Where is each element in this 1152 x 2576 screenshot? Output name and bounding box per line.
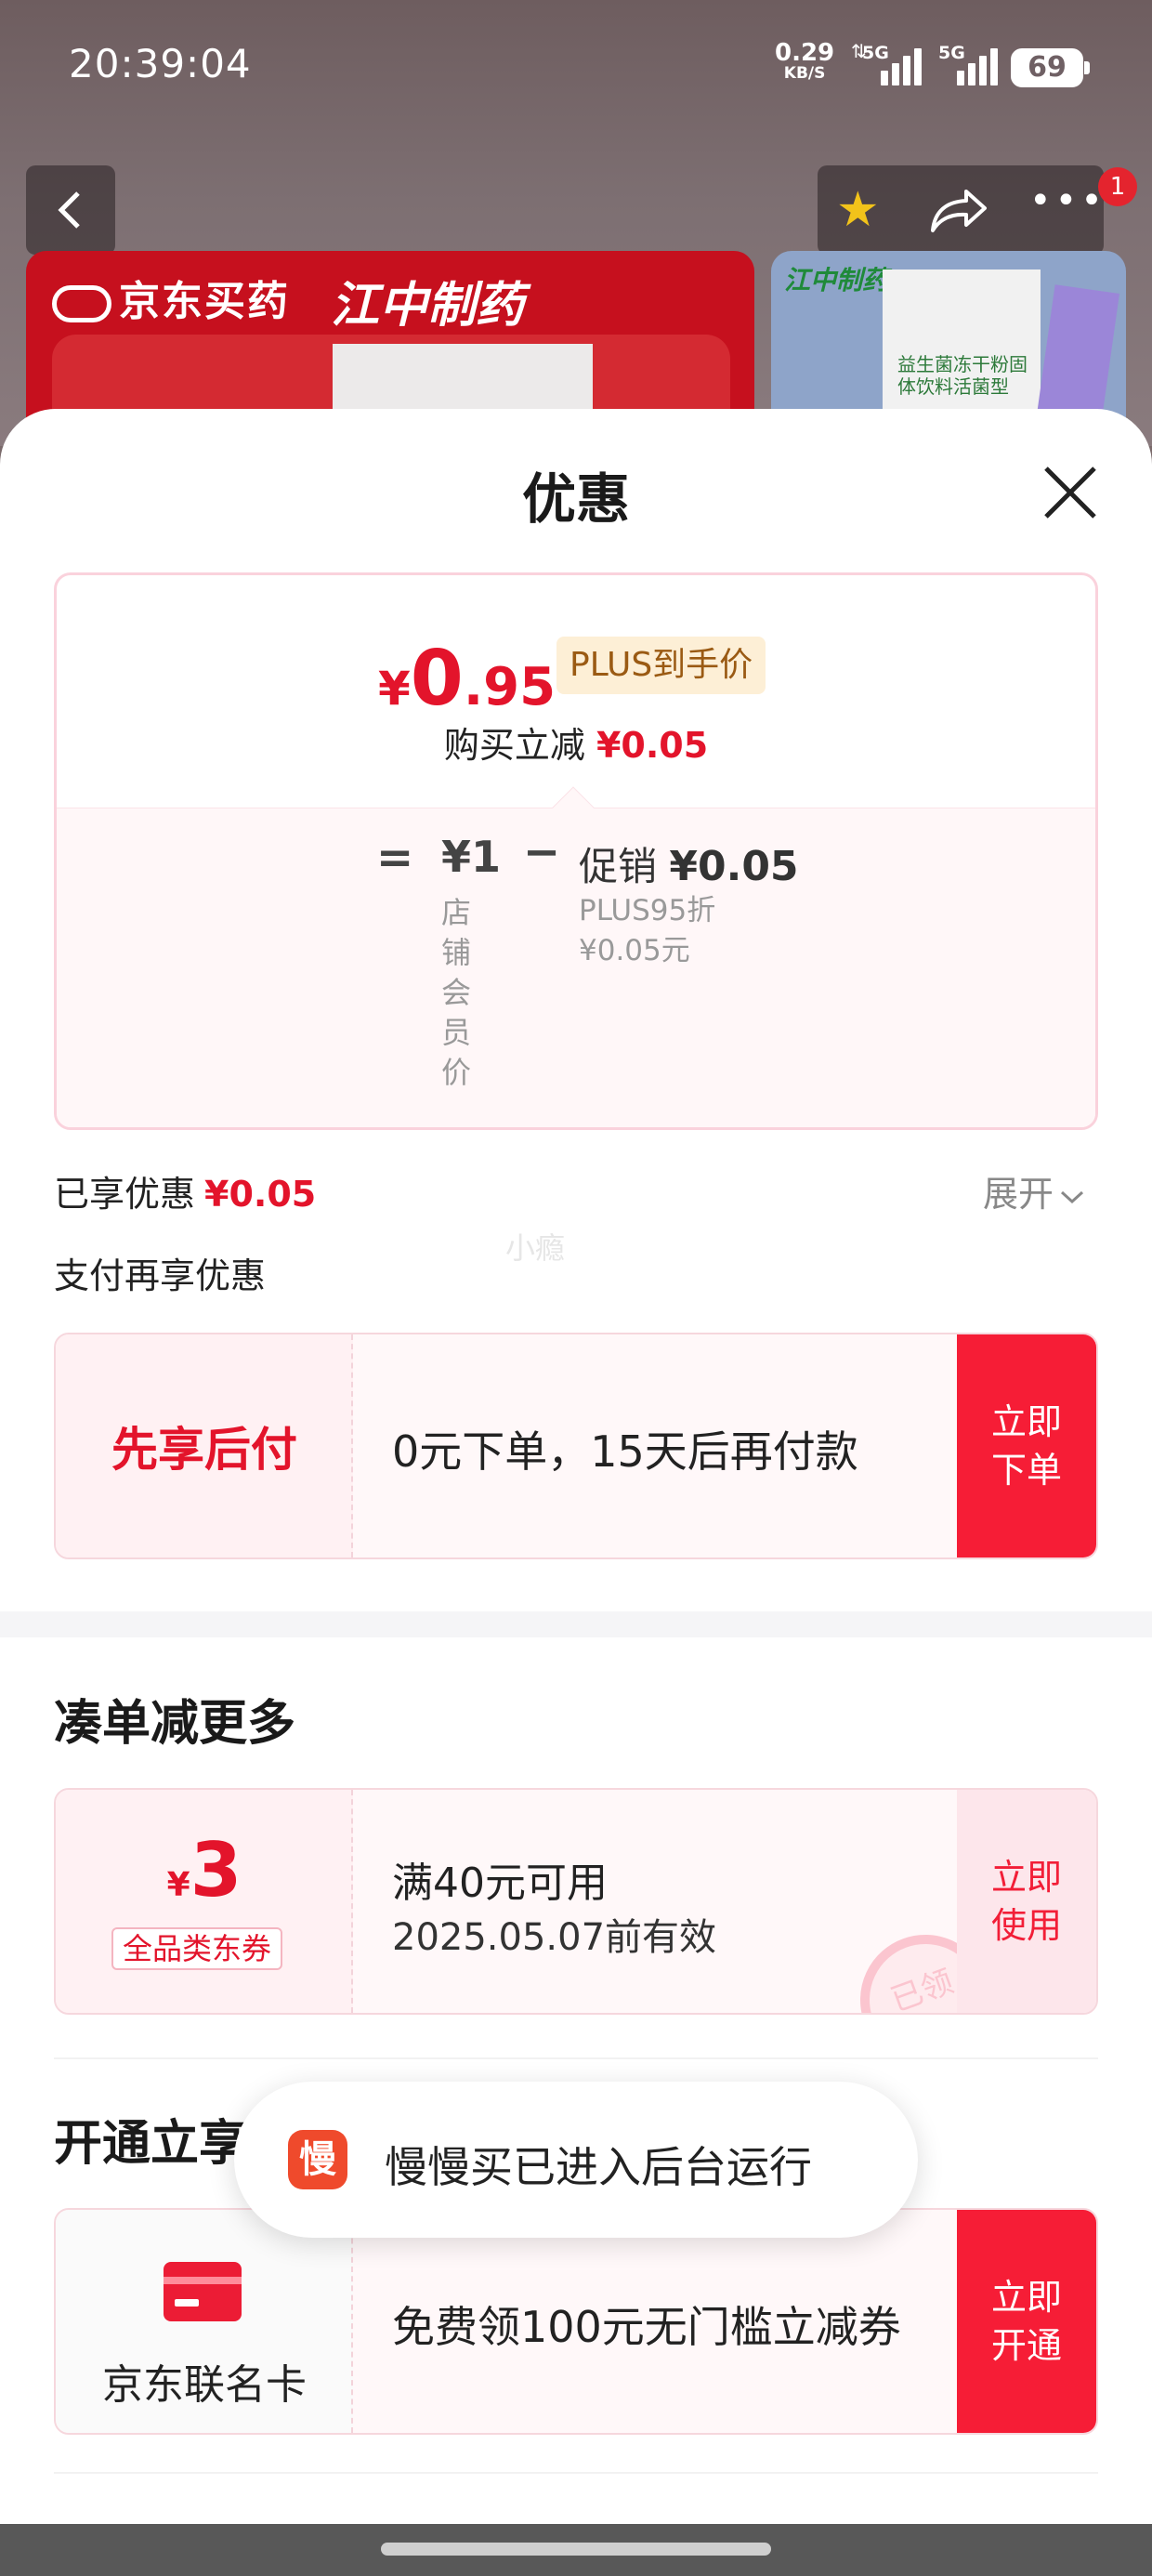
- network-speed: 0.29 KB/S: [775, 41, 834, 82]
- original-price: ¥1: [441, 832, 502, 882]
- order-now-button[interactable]: 立即下单: [957, 1334, 1096, 1557]
- share-icon[interactable]: [929, 186, 988, 234]
- jd-card-label: 京东联名卡: [102, 2361, 307, 2409]
- network-speed-value: 0.29: [775, 39, 835, 67]
- plus-price: ¥0.95: [378, 635, 556, 723]
- expand-button[interactable]: 展开: [983, 1165, 1085, 1216]
- brand-logo: 江中制药: [331, 278, 525, 334]
- top-actions: ★ •••: [818, 165, 1104, 255]
- watermark: 小瘾: [505, 1230, 566, 1266]
- enjoyed-discount: 已享优惠 ¥0.05: [54, 1174, 317, 1215]
- signal-icon: 5G: [860, 43, 925, 85]
- jd-card-offer[interactable]: 京东联名卡 免费领100元无门槛立减券 立即开通: [54, 2208, 1098, 2435]
- product-package-text: 益生菌冻干粉固体饮料活菌型: [897, 353, 1028, 398]
- app-icon: 慢: [288, 2130, 347, 2189]
- status-time: 20:39:04: [69, 41, 252, 86]
- toast-notification: 慢 慢慢买已进入后台运行: [234, 2082, 918, 2238]
- use-now-button[interactable]: 立即使用: [957, 1790, 1096, 2013]
- chevron-down-icon: [1061, 1190, 1084, 1203]
- coupon-type-tag: 全品类东券: [111, 1927, 283, 1970]
- credit-card-icon: [164, 2262, 242, 2321]
- system-nav-bar: [0, 2524, 1152, 2576]
- equals-sign: =: [376, 832, 414, 884]
- chevron-left-icon: [58, 191, 80, 229]
- enjoyed-discount-value: ¥0.05: [204, 1174, 317, 1215]
- coupon-card[interactable]: ¥3 全品类东券 满40元可用 2025.05.07前有效 已领 立即使用: [54, 1788, 1098, 2015]
- signal-gen-label: 5G: [862, 43, 889, 63]
- divider-line: [54, 2472, 1098, 2474]
- buy-reduce-line: 购买立减 ¥0.05: [443, 725, 709, 766]
- original-price-label: 店铺会员价: [441, 895, 472, 1090]
- more-icon[interactable]: •••: [1029, 182, 1106, 219]
- minus-sign: −: [523, 826, 561, 878]
- section-title-open: 开通立享: [54, 2116, 248, 2172]
- notification-badge: 1: [1098, 167, 1137, 206]
- bnpl-description: 0元下单，15天后再付款: [392, 1426, 858, 1477]
- sheet-title: 优惠: [521, 467, 630, 531]
- jd-card-description: 免费领100元无门槛立减券: [392, 2302, 901, 2352]
- jd-pharmacy-logo: 京东买药: [52, 268, 290, 327]
- price-formula-panel: [57, 808, 1095, 1127]
- pay-discount-label: 支付再享优惠: [54, 1255, 267, 1296]
- buy-reduce-value: ¥0.05: [596, 725, 709, 766]
- toast-message: 慢慢买已进入后台运行: [385, 2142, 812, 2192]
- open-now-button[interactable]: 立即开通: [957, 2210, 1096, 2433]
- close-icon[interactable]: [1037, 459, 1104, 526]
- status-bar: 20:39:04 0.29 KB/S ⇅ 5G 5G 69: [0, 0, 1152, 139]
- favorite-star-icon[interactable]: ★: [836, 184, 880, 236]
- promo-detail: PLUS95折 ¥0.05元: [579, 894, 716, 967]
- coupon-expiry: 2025.05.07前有效: [392, 1916, 717, 1959]
- brand-logo-small: 江中制药: [784, 265, 889, 296]
- divider-line: [54, 2057, 1098, 2059]
- coupon-condition: 满40元可用: [392, 1860, 608, 1907]
- promo-value: ¥0.05: [669, 843, 799, 890]
- signal-icon: 5G: [936, 43, 1001, 85]
- home-indicator[interactable]: [381, 2543, 771, 2556]
- section-divider: [0, 1611, 1152, 1637]
- back-button[interactable]: [26, 165, 115, 255]
- bnpl-title: 先享后付: [111, 1423, 297, 1477]
- network-speed-unit: KB/S: [783, 64, 826, 83]
- bnpl-card[interactable]: 先享后付 0元下单，15天后再付款 立即下单: [54, 1333, 1098, 1559]
- signal-gen-label: 5G: [938, 43, 965, 63]
- section-title-more: 凑单减更多: [54, 1696, 296, 1752]
- battery-icon: 69: [1011, 48, 1090, 87]
- coupon-amount: ¥3: [166, 1827, 242, 1913]
- promo-line: 促销 ¥0.05: [579, 843, 799, 890]
- price-breakdown-card: ¥0.95 PLUS到手价 购买立减 ¥0.05 = ¥1 店铺会员价 − 促销…: [54, 572, 1098, 1130]
- plus-price-tag: PLUS到手价: [556, 637, 766, 694]
